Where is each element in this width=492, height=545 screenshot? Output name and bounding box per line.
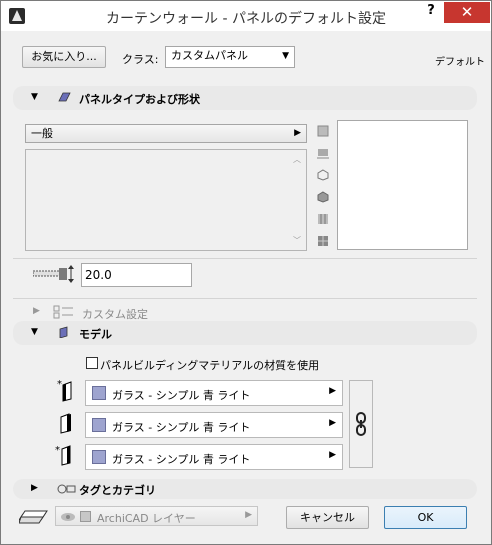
view-2d-icon[interactable] bbox=[317, 125, 329, 137]
collapse-triangle-icon: ▼ bbox=[31, 92, 38, 102]
preview-pane bbox=[337, 120, 468, 250]
class-select[interactable]: カスタムパネル ▼ bbox=[165, 46, 295, 68]
window-title: カーテンウォール - パネルのデフォルト設定 bbox=[106, 11, 386, 27]
section-tags[interactable]: ▶ タグとカテゴリ bbox=[13, 479, 477, 499]
section-model[interactable]: ▼ モデル bbox=[13, 321, 477, 345]
default-label: デフォルト bbox=[435, 57, 485, 68]
dialog-window: カーテンウォール - パネルのデフォルト設定 ? ✕ お気に入り... クラス:… bbox=[0, 0, 492, 545]
help-button[interactable]: ? bbox=[421, 3, 441, 23]
view-elevation-icon[interactable] bbox=[317, 147, 329, 159]
eye-icon[interactable] bbox=[60, 511, 76, 523]
panel-category-select[interactable]: 一般 ▶ bbox=[25, 124, 307, 143]
edge-surface-icon bbox=[60, 413, 71, 434]
view-shaded-icon[interactable] bbox=[317, 191, 329, 203]
expand-triangle-icon: ▶ bbox=[33, 306, 40, 316]
material-select-inside[interactable]: ガラス - シンプル 青 ライト ▶ bbox=[85, 444, 343, 470]
panel-category-value: 一般 bbox=[31, 127, 53, 140]
favorites-button[interactable]: お気に入り... bbox=[22, 46, 106, 68]
layer-icon bbox=[19, 510, 48, 524]
scroll-down-icon[interactable]: ﹀ bbox=[293, 235, 301, 246]
material-swatch bbox=[92, 450, 106, 464]
thickness-icon bbox=[33, 265, 74, 283]
section-panel-type[interactable]: ▼ パネルタイプおよび形状 bbox=[13, 86, 477, 110]
material-swatch bbox=[92, 418, 106, 432]
use-material-checkbox[interactable] bbox=[86, 357, 98, 369]
class-label: クラス: bbox=[122, 53, 159, 66]
expand-triangle-icon: ▶ bbox=[31, 483, 38, 493]
svg-text:*: * bbox=[55, 445, 60, 456]
inside-surface-icon: * bbox=[55, 445, 71, 466]
section-title: パネルタイプおよび形状 bbox=[79, 93, 200, 106]
chevron-right-icon: ▶ bbox=[245, 510, 252, 520]
link-materials-button[interactable] bbox=[349, 380, 373, 468]
tag-category-icon bbox=[57, 484, 76, 494]
section-title: カスタム設定 bbox=[82, 308, 148, 321]
ok-button[interactable]: OK bbox=[384, 506, 467, 529]
panel-type-list[interactable]: ︿ ﹀ bbox=[25, 149, 307, 251]
chevron-right-icon: ▶ bbox=[294, 128, 301, 138]
view-grid-icon[interactable] bbox=[317, 213, 329, 225]
view-3d-grid-icon[interactable] bbox=[317, 235, 329, 247]
divider bbox=[13, 258, 477, 259]
divider bbox=[13, 298, 477, 299]
material-name: ガラス - シンプル 青 ライト bbox=[112, 389, 251, 402]
material-name: ガラス - シンプル 青 ライト bbox=[112, 453, 251, 466]
layer-name: ArchiCAD レイヤー bbox=[97, 512, 196, 525]
material-name: ガラス - シンプル 青 ライト bbox=[112, 421, 251, 434]
lock-icon[interactable] bbox=[80, 511, 91, 522]
custom-settings-icon bbox=[53, 305, 73, 319]
chevron-right-icon: ▶ bbox=[329, 386, 336, 396]
chevron-right-icon: ▶ bbox=[329, 450, 336, 460]
scroll-up-icon[interactable]: ︿ bbox=[293, 154, 301, 165]
outside-surface-icon: * bbox=[57, 379, 72, 402]
list-scrollbar[interactable]: ︿ ﹀ bbox=[290, 152, 304, 248]
section-custom-settings[interactable]: ▶ カスタム設定 bbox=[13, 304, 477, 322]
section-title: タグとカテゴリ bbox=[79, 484, 156, 497]
model-cube-icon bbox=[59, 326, 68, 338]
chevron-down-icon: ▼ bbox=[282, 51, 289, 61]
svg-text:*: * bbox=[57, 379, 62, 390]
material-select-outside[interactable]: ガラス - シンプル 青 ライト ▶ bbox=[85, 380, 343, 406]
chevron-right-icon: ▶ bbox=[329, 418, 336, 428]
layer-select[interactable]: ArchiCAD レイヤー ▶ bbox=[55, 506, 258, 526]
material-swatch bbox=[92, 386, 106, 400]
section-title: モデル bbox=[79, 328, 112, 341]
class-select-value: カスタムパネル bbox=[171, 49, 248, 62]
view-wireframe-icon[interactable] bbox=[317, 169, 329, 181]
cancel-button[interactable]: キャンセル bbox=[286, 506, 369, 529]
material-select-edge[interactable]: ガラス - シンプル 青 ライト ▶ bbox=[85, 412, 343, 438]
panel-shape-icon bbox=[58, 92, 71, 102]
collapse-triangle-icon: ▼ bbox=[31, 327, 38, 337]
close-button[interactable]: ✕ bbox=[444, 2, 490, 23]
thickness-input[interactable] bbox=[81, 263, 192, 287]
title-bar: カーテンウォール - パネルのデフォルト設定 ? ✕ bbox=[1, 1, 491, 31]
use-material-label: パネルビルディングマテリアルの材質を使用 bbox=[100, 359, 320, 372]
chain-link-icon bbox=[356, 412, 366, 436]
